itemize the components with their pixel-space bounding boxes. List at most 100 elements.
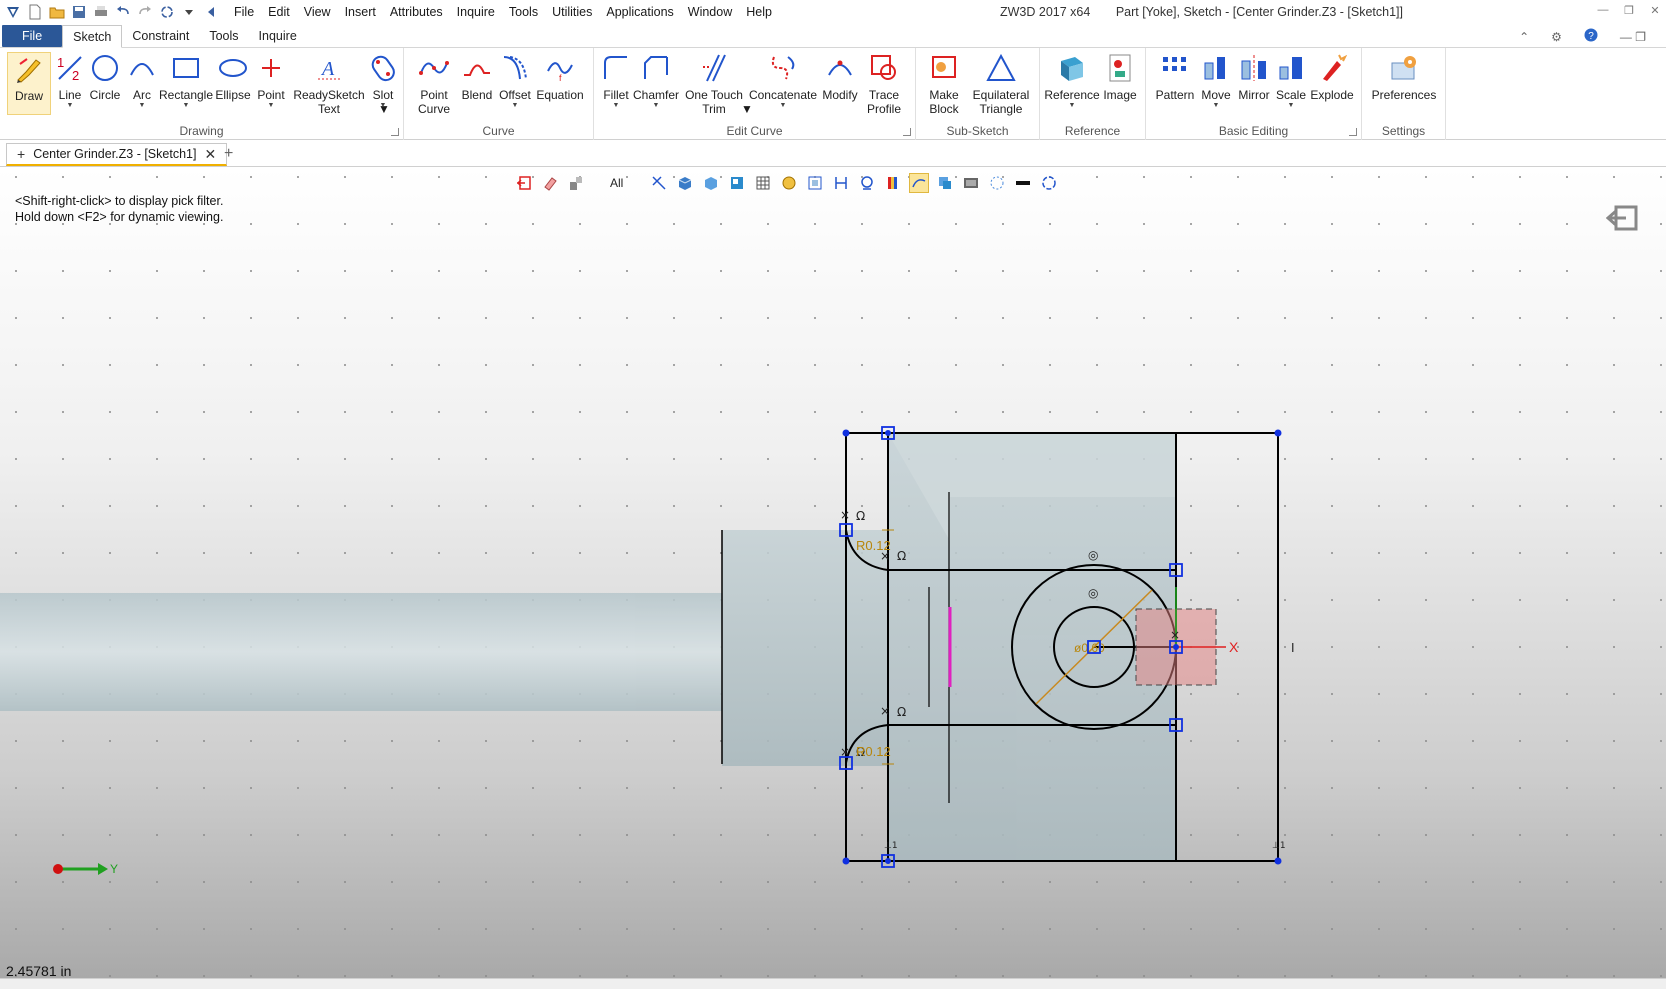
mirror-button[interactable]: Mirror bbox=[1236, 52, 1272, 102]
snap-icon[interactable] bbox=[779, 173, 799, 193]
line-dropdown-icon[interactable]: ▼ bbox=[67, 102, 74, 110]
eraser-icon[interactable] bbox=[540, 173, 560, 193]
concatenate-dropdown-icon[interactable]: ▼ bbox=[780, 102, 787, 110]
circle-button[interactable]: Circle bbox=[89, 52, 121, 102]
blend-button[interactable]: Blend bbox=[460, 52, 494, 102]
point-button[interactable]: Point ▼ bbox=[256, 52, 286, 110]
grid-icon[interactable] bbox=[753, 173, 773, 193]
view-orient-icon[interactable] bbox=[935, 173, 955, 193]
line-weight-icon[interactable] bbox=[1013, 173, 1033, 193]
modify-button[interactable]: Modify bbox=[820, 52, 860, 102]
slot-button[interactable]: Slot ▼ bbox=[368, 52, 398, 110]
image-button[interactable]: Image bbox=[1100, 52, 1140, 102]
reference-button[interactable]: Reference ▼ bbox=[1044, 52, 1100, 110]
edit-curve-launcher-icon[interactable] bbox=[903, 128, 911, 136]
regenerate-icon[interactable] bbox=[157, 2, 177, 22]
tab-file[interactable]: File bbox=[2, 25, 63, 47]
curvature-icon[interactable] bbox=[909, 173, 930, 193]
rectangle-dropdown-icon[interactable]: ▼ bbox=[183, 102, 190, 110]
pick-point-icon[interactable] bbox=[649, 173, 669, 193]
display-style-icon[interactable] bbox=[727, 173, 747, 193]
zoom-fit-icon[interactable] bbox=[805, 173, 825, 193]
menu-tools[interactable]: Tools bbox=[502, 5, 545, 19]
print-icon[interactable] bbox=[91, 2, 111, 22]
move-dropdown-icon[interactable]: ▼ bbox=[1213, 102, 1220, 110]
basic-editing-launcher-icon[interactable] bbox=[1349, 128, 1357, 136]
pattern-button[interactable]: Pattern bbox=[1154, 52, 1196, 102]
close-tab-icon[interactable]: ✕ bbox=[204, 146, 216, 163]
new-file-icon[interactable] bbox=[25, 2, 45, 22]
offset-dropdown-icon[interactable]: ▼ bbox=[512, 102, 519, 110]
make-block-button[interactable]: Make Block bbox=[924, 52, 964, 116]
point-dropdown-icon[interactable]: ▼ bbox=[268, 102, 275, 110]
drawing-launcher-icon[interactable] bbox=[391, 128, 399, 136]
gear-icon[interactable]: ⚙ bbox=[1551, 30, 1562, 44]
redo-icon[interactable] bbox=[135, 2, 155, 22]
fillet-button[interactable]: Fillet ▼ bbox=[600, 52, 632, 110]
offset-button[interactable]: Offset ▼ bbox=[498, 52, 532, 110]
menu-edit[interactable]: Edit bbox=[261, 5, 297, 19]
undo-icon[interactable] bbox=[113, 2, 133, 22]
menu-utilities[interactable]: Utilities bbox=[545, 5, 599, 19]
exit-sketch-icon[interactable] bbox=[1605, 203, 1640, 236]
ellipse-button[interactable]: Ellipse bbox=[215, 52, 251, 102]
collapse-arrow-icon[interactable] bbox=[201, 2, 221, 22]
sketch-canvas[interactable]: X Ω Ω Ω Ω ◎ ◎ × × × × × ⊥1 ⊥1 I R0.12 R0… bbox=[0, 167, 1666, 978]
pick-filter-label[interactable]: All bbox=[610, 176, 623, 190]
menu-window[interactable]: Window bbox=[681, 5, 739, 19]
one-touch-trim-button[interactable]: One Touch Trim bbox=[685, 52, 743, 116]
new-tab-icon[interactable]: + bbox=[224, 145, 233, 163]
preferences-button[interactable]: Preferences bbox=[1368, 52, 1440, 102]
visibility-icon[interactable] bbox=[987, 173, 1007, 193]
point-curve-button[interactable]: Point Curve bbox=[414, 52, 454, 116]
constraint-icon[interactable] bbox=[857, 173, 877, 193]
arc-dropdown-icon[interactable]: ▼ bbox=[139, 102, 146, 110]
color-icon[interactable] bbox=[883, 173, 903, 193]
chamfer-button[interactable]: Chamfer ▼ bbox=[633, 52, 679, 110]
menu-applications[interactable]: Applications bbox=[599, 5, 680, 19]
menu-view[interactable]: View bbox=[297, 5, 338, 19]
tab-constraint[interactable]: Constraint bbox=[122, 25, 199, 47]
filter-icon[interactable] bbox=[566, 173, 586, 193]
equation-button[interactable]: f Equation bbox=[536, 52, 584, 102]
scale-button[interactable]: Scale ▼ bbox=[1276, 52, 1306, 110]
open-folder-icon[interactable] bbox=[47, 2, 67, 22]
menu-insert[interactable]: Insert bbox=[338, 5, 383, 19]
help-icon[interactable]: ? bbox=[1584, 28, 1598, 45]
chamfer-dropdown-icon[interactable]: ▼ bbox=[653, 102, 660, 110]
reference-dropdown-icon[interactable]: ▼ bbox=[1069, 102, 1076, 110]
move-button[interactable]: Move ▼ bbox=[1198, 52, 1234, 110]
rotate-view-icon[interactable] bbox=[1039, 173, 1059, 193]
document-tab[interactable]: + Center Grinder.Z3 - [Sketch1] ✕ bbox=[6, 143, 228, 166]
concatenate-button[interactable]: Concatenate ▼ bbox=[749, 52, 817, 110]
doc-window-controls[interactable]: — ❐ bbox=[1620, 30, 1646, 44]
customize-dropdown-icon[interactable] bbox=[179, 2, 199, 22]
explode-button[interactable]: Explode bbox=[1310, 52, 1354, 102]
draw-button[interactable]: Draw bbox=[7, 52, 51, 115]
save-icon[interactable] bbox=[69, 2, 89, 22]
app-logo-icon[interactable] bbox=[3, 2, 23, 22]
graphics-viewport[interactable]: X Ω Ω Ω Ω ◎ ◎ × × × × × ⊥1 ⊥1 I R0.12 R0… bbox=[0, 167, 1666, 978]
dimension-icon[interactable] bbox=[831, 173, 851, 193]
tab-sketch[interactable]: Sketch bbox=[62, 25, 123, 48]
close-icon[interactable]: ✕ bbox=[1648, 3, 1662, 17]
menu-inquire[interactable]: Inquire bbox=[450, 5, 502, 19]
exit-icon[interactable] bbox=[514, 173, 534, 193]
render-mode-icon[interactable] bbox=[701, 173, 721, 193]
slot-dropdown-icon[interactable]: ▼ bbox=[380, 102, 387, 110]
arc-button[interactable]: Arc ▼ bbox=[128, 52, 156, 110]
line-button[interactable]: 12 Line ▼ bbox=[55, 52, 85, 110]
restore-icon[interactable]: ❐ bbox=[1622, 3, 1636, 17]
tab-inquire[interactable]: Inquire bbox=[249, 25, 307, 47]
trace-profile-button[interactable]: Trace Profile bbox=[864, 52, 904, 116]
background-icon[interactable] bbox=[961, 173, 981, 193]
scale-dropdown-icon[interactable]: ▼ bbox=[1288, 102, 1295, 110]
shaded-view-icon[interactable] bbox=[675, 173, 695, 193]
minimize-icon[interactable]: — bbox=[1596, 3, 1610, 17]
menu-attributes[interactable]: Attributes bbox=[383, 5, 450, 19]
rectangle-button[interactable]: Rectangle ▼ bbox=[159, 52, 213, 110]
collapse-ribbon-icon[interactable]: ⌃ bbox=[1519, 30, 1529, 44]
menu-file[interactable]: File bbox=[227, 5, 261, 19]
fillet-dropdown-icon[interactable]: ▼ bbox=[613, 102, 620, 110]
pin-icon[interactable]: + bbox=[17, 146, 25, 162]
